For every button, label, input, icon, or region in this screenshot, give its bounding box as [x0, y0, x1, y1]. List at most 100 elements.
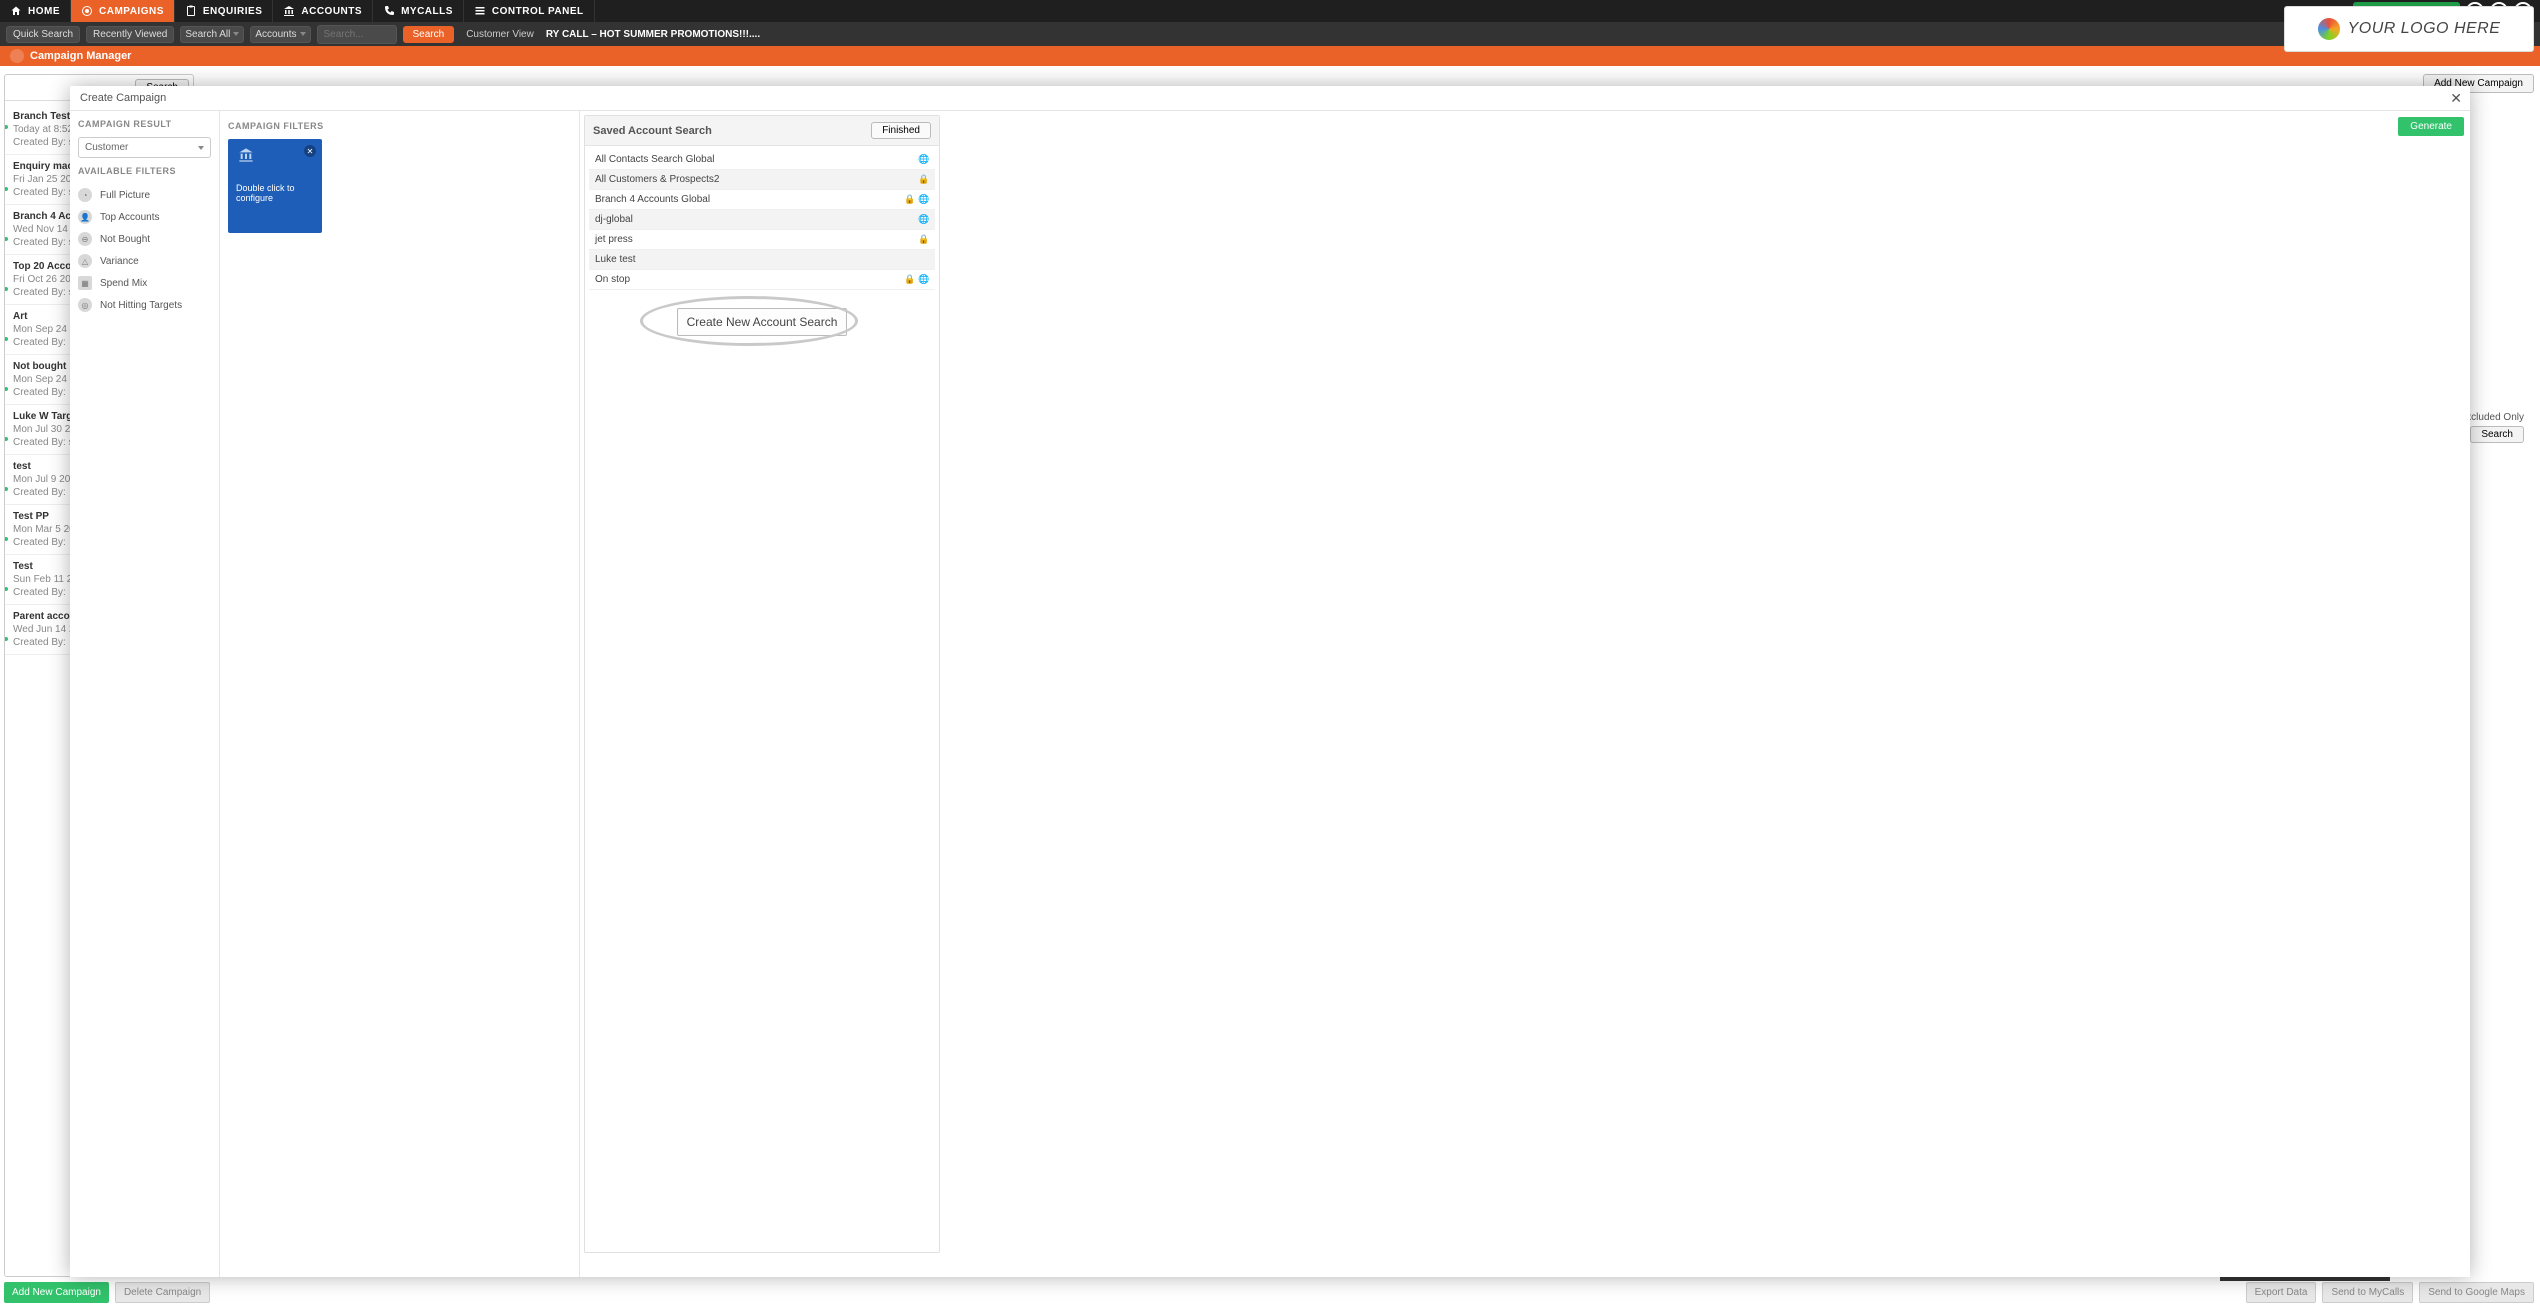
nav-campaigns[interactable]: CAMPAIGNS	[71, 0, 175, 22]
available-filter-item[interactable]: △ Variance	[78, 250, 211, 272]
body-area: Search Branch Test Today at 8:52 Created…	[0, 66, 2540, 1307]
target-icon	[81, 5, 93, 17]
clipboard-icon	[185, 5, 197, 17]
lock-icon: 🔒	[905, 274, 915, 285]
logo-text: YOUR LOGO HERE	[2348, 20, 2501, 38]
filter-label: Spend Mix	[100, 278, 147, 289]
chevron-down-icon	[300, 32, 306, 36]
finished-button[interactable]: Finished	[871, 122, 931, 139]
chevron-down-icon	[233, 32, 239, 36]
top-nav: HOME CAMPAIGNS ENQUIRIES ACCOUNTS MYCALL…	[0, 0, 2540, 22]
saved-search-panel: Saved Account Search Finished All Contac…	[584, 115, 940, 1253]
chevron-down-icon	[198, 146, 204, 150]
generate-button[interactable]: Generate	[2398, 117, 2464, 136]
filter-label: Full Picture	[100, 190, 150, 201]
modal-title: Create Campaign	[80, 92, 166, 104]
create-campaign-modal: Create Campaign ✕ CAMPAIGN RESULT Custom…	[70, 86, 2470, 1277]
close-icon[interactable]: ✕	[2450, 90, 2462, 107]
campaign-result-select[interactable]: Customer	[78, 137, 211, 158]
bank-icon	[236, 147, 256, 163]
filter-label: Variance	[100, 256, 139, 267]
globe-icon: 🌐	[919, 154, 929, 165]
saved-search-label: Branch 4 Accounts Global	[595, 194, 710, 205]
saved-search-title: Saved Account Search	[593, 125, 712, 137]
saved-search-label: All Contacts Search Global	[595, 154, 715, 165]
filter-tile-accounts[interactable]: ✕ Double click to configure	[228, 139, 322, 233]
campaign-result-heading: CAMPAIGN RESULT	[78, 119, 211, 129]
search-all-select[interactable]: Search All	[180, 26, 244, 43]
saved-search-label: All Customers & Prospects2	[595, 174, 720, 185]
available-filter-item[interactable]: ⊖ Not Bought	[78, 228, 211, 250]
bank-icon	[283, 5, 295, 17]
saved-search-row[interactable]: dj-global 🌐	[589, 210, 935, 230]
saved-search-row[interactable]: Branch 4 Accounts Global 🔒🌐	[589, 190, 935, 210]
modal-middle-column: CAMPAIGN FILTERS ✕ Double click to confi…	[220, 111, 580, 1277]
saved-search-row[interactable]: All Customers & Prospects2 🔒	[589, 170, 935, 190]
filter-label: Not Hitting Targets	[100, 300, 182, 311]
tile-hint: Double click to configure	[236, 183, 314, 203]
available-filters-list: ◔ Full Picture👤 Top Accounts⊖ Not Bought…	[78, 184, 211, 316]
globe-icon: 🌐	[919, 194, 929, 205]
available-filter-item[interactable]: ◎ Not Hitting Targets	[78, 294, 211, 316]
recently-viewed-button[interactable]: Recently Viewed	[86, 26, 174, 43]
create-account-search-button[interactable]: Create New Account Search	[677, 308, 847, 336]
nav-enquiries[interactable]: ENQUIRIES	[175, 0, 274, 22]
available-filters-heading: AVAILABLE FILTERS	[78, 166, 211, 176]
saved-search-label: dj-global	[595, 214, 633, 225]
nav-mycalls[interactable]: MYCALLS	[373, 0, 464, 22]
page-header: Campaign Manager	[0, 46, 2540, 66]
available-filter-item[interactable]: ◔ Full Picture	[78, 184, 211, 206]
quick-search-button[interactable]: Quick Search	[6, 26, 80, 43]
modal-backdrop: Create Campaign ✕ CAMPAIGN RESULT Custom…	[0, 66, 2540, 1307]
saved-search-header: Saved Account Search Finished	[585, 116, 939, 146]
gauge-icon: ◔	[78, 188, 92, 202]
nav-control-panel[interactable]: CONTROL PANEL	[464, 0, 595, 22]
available-filter-item[interactable]: 👤 Top Accounts	[78, 206, 211, 228]
search-input[interactable]	[317, 25, 397, 44]
sliders-icon	[474, 5, 486, 17]
marquee-text: RY CALL – HOT SUMMER PROMOTIONS!!!....	[546, 29, 760, 40]
delta-icon: △	[78, 254, 92, 268]
globe-icon: 🌐	[919, 214, 929, 225]
nav-label: ACCOUNTS	[301, 6, 362, 17]
customer-view-label[interactable]: Customer View	[466, 29, 534, 40]
minus-icon: ⊖	[78, 232, 92, 246]
create-search-wrap: Create New Account Search	[662, 308, 862, 336]
nav-accounts[interactable]: ACCOUNTS	[273, 0, 373, 22]
saved-search-row[interactable]: Luke test	[589, 250, 935, 270]
person-icon: 👤	[78, 210, 92, 224]
toolbar: Quick Search Recently Viewed Search All …	[0, 22, 2540, 46]
modal-body: CAMPAIGN RESULT Customer AVAILABLE FILTE…	[70, 110, 2470, 1277]
modal-left-column: CAMPAIGN RESULT Customer AVAILABLE FILTE…	[70, 111, 220, 1277]
nav-label: ENQUIRIES	[203, 6, 263, 17]
saved-search-row[interactable]: On stop 🔒 🌐	[589, 270, 935, 290]
grid-icon: ▦	[78, 276, 92, 290]
filter-label: Top Accounts	[100, 212, 159, 223]
nav-label: MYCALLS	[401, 6, 453, 17]
nav-label: CONTROL PANEL	[492, 6, 584, 17]
saved-search-row[interactable]: jet press 🔒	[589, 230, 935, 250]
saved-search-label: Luke test	[595, 254, 636, 265]
nav-label: CAMPAIGNS	[99, 6, 164, 17]
lock-icon: 🔒	[919, 234, 929, 245]
saved-search-label: jet press	[595, 234, 633, 245]
nav-home[interactable]: HOME	[0, 0, 71, 22]
page-title: Campaign Manager	[30, 50, 131, 62]
lock-icon: 🔒	[919, 174, 929, 185]
logo-placeholder: YOUR LOGO HERE	[2284, 6, 2534, 52]
accounts-select[interactable]: Accounts	[250, 26, 310, 43]
phone-icon	[383, 5, 395, 17]
globe-icon: 🌐	[919, 274, 929, 285]
logo-swirl-icon	[2318, 18, 2340, 40]
saved-search-row[interactable]: All Contacts Search Global 🌐	[589, 150, 935, 170]
tile-remove-icon[interactable]: ✕	[304, 145, 316, 157]
campaign-icon	[10, 49, 24, 63]
target-icon: ◎	[78, 298, 92, 312]
search-button[interactable]: Search	[403, 26, 455, 43]
modal-right-column: Generate Saved Account Search Finished A…	[580, 111, 2470, 1277]
saved-search-label: On stop	[595, 274, 630, 285]
modal-title-bar: Create Campaign ✕	[70, 86, 2470, 110]
available-filter-item[interactable]: ▦ Spend Mix	[78, 272, 211, 294]
campaign-filters-heading: CAMPAIGN FILTERS	[228, 121, 571, 131]
select-value: Customer	[85, 142, 128, 153]
